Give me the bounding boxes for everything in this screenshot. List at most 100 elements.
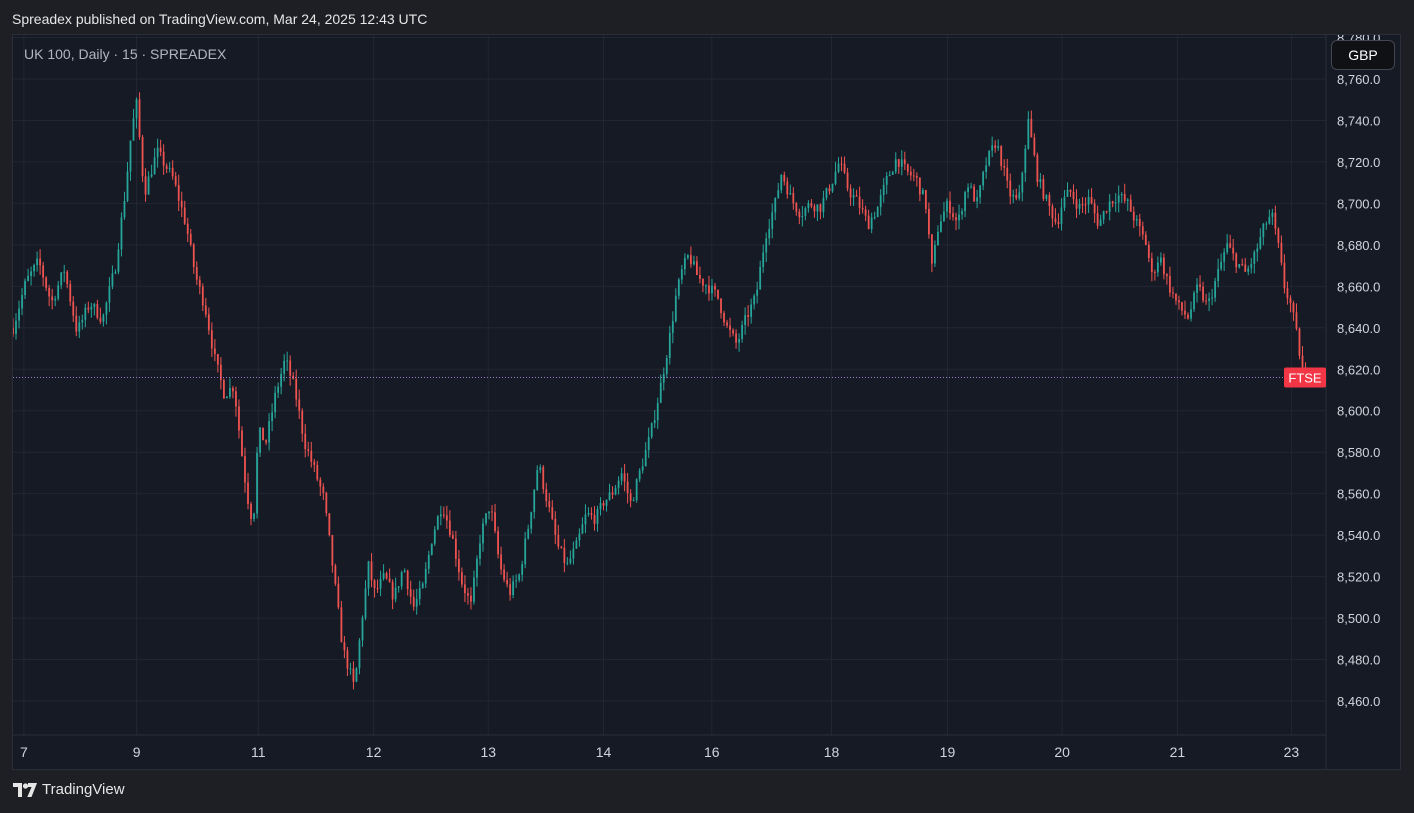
candle-body (66, 271, 69, 285)
candle-body (912, 175, 915, 177)
time-tick-label: 19 (940, 744, 956, 760)
candle-body (1021, 172, 1024, 193)
candle-body (385, 573, 388, 579)
candle-body (985, 165, 988, 172)
candle-body (1024, 148, 1027, 173)
candle-body (1033, 137, 1036, 155)
candle-body (388, 578, 391, 583)
candle-body (1090, 197, 1093, 204)
candle-body (1301, 355, 1304, 368)
candle-body (1006, 167, 1009, 181)
candle-body (207, 314, 210, 331)
candle-body (599, 503, 602, 510)
candle-body (1063, 196, 1066, 208)
candle-body (57, 285, 60, 299)
candle-body (298, 399, 301, 411)
time-tick-label: 16 (704, 744, 720, 760)
candle-body (488, 511, 490, 514)
candle-body (955, 217, 957, 221)
candle-body (596, 509, 599, 524)
candle-body (882, 184, 885, 196)
candle-body (1036, 154, 1039, 182)
candle-body (277, 386, 280, 393)
candle-body (1054, 218, 1057, 222)
candle-body (445, 515, 448, 521)
candle-body (1175, 293, 1177, 301)
price-tick-label: 8,520.0 (1337, 570, 1380, 585)
candle-body (888, 174, 891, 177)
candle-body (879, 195, 882, 208)
tradingview-brand[interactable]: TradingView (13, 781, 125, 798)
candle-body (587, 513, 590, 515)
candle-body (1163, 257, 1165, 275)
candle-body (174, 176, 177, 185)
candle-body (1187, 314, 1189, 319)
candle-body (554, 518, 557, 535)
candle-body (915, 175, 918, 178)
candle-body (1277, 228, 1280, 243)
candle-body (855, 195, 858, 197)
candle-body (150, 174, 153, 177)
candle-body (216, 354, 219, 365)
currency-button[interactable]: GBP (1331, 40, 1395, 70)
candle-body (1111, 201, 1114, 204)
candle-body (370, 561, 373, 581)
candle-body (421, 583, 424, 589)
candle-body (42, 265, 45, 278)
candle-body (256, 452, 258, 514)
candle-body (873, 216, 876, 218)
candle-body (448, 520, 451, 536)
candle-body (1132, 211, 1135, 221)
candle-body (204, 305, 207, 315)
candle-body (1003, 166, 1006, 168)
candle-body (141, 136, 144, 177)
candle-body (186, 223, 189, 234)
candle-body (623, 473, 626, 482)
candle-body (1250, 264, 1253, 269)
candle-body (741, 324, 744, 339)
candle-body (831, 183, 834, 192)
candle-body (105, 302, 108, 315)
candle-body (123, 200, 126, 218)
candle-body (307, 449, 310, 451)
candle-body (135, 99, 138, 119)
candle-body (584, 514, 587, 525)
candle-body (533, 489, 536, 513)
time-tick-label: 11 (251, 744, 266, 760)
candle-body (924, 190, 927, 209)
publish-info: Spreadex published on TradingView.com, M… (12, 11, 428, 27)
candle-body (723, 313, 725, 323)
candle-body (1072, 191, 1075, 200)
candle-body (765, 238, 768, 253)
candle-body (1030, 118, 1033, 138)
candle-body (454, 538, 457, 559)
candle-body (921, 190, 924, 195)
candle-body (171, 167, 174, 177)
candle-body (476, 558, 478, 578)
candle-body (1295, 312, 1298, 329)
candle-body (1268, 216, 1271, 224)
candle-body (572, 548, 575, 559)
candle-body (1265, 223, 1268, 225)
candle-body (13, 327, 14, 335)
candle-body (900, 159, 903, 167)
candlestick-chart[interactable]: 8,780.08,760.08,740.08,720.08,700.08,680… (13, 35, 1400, 769)
grid (13, 35, 1327, 769)
candle-body (1084, 204, 1087, 206)
price-tick-label: 8,580.0 (1337, 445, 1380, 460)
candle-body (198, 279, 201, 287)
candle-body (1223, 252, 1226, 262)
candle-body (578, 533, 581, 541)
candle-body (48, 287, 51, 297)
candle-body (810, 203, 813, 207)
candle-body (934, 245, 936, 264)
candle-body (608, 492, 611, 500)
candle-body (295, 378, 298, 400)
candle-body (210, 330, 213, 349)
candle-body (611, 492, 614, 495)
candle-body (840, 163, 843, 165)
time-tick-label: 20 (1054, 744, 1070, 760)
candle-body (801, 215, 804, 218)
candle-body (906, 164, 909, 172)
candle-body (994, 145, 997, 149)
